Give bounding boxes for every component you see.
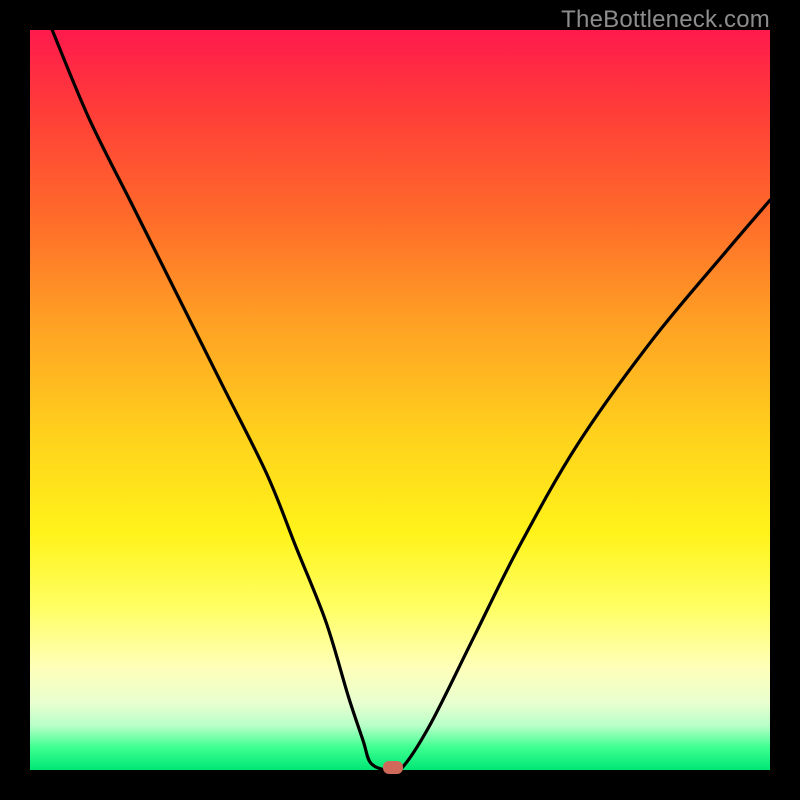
plot-area	[30, 30, 770, 770]
optimal-point-marker	[383, 761, 403, 774]
bottleneck-curve	[30, 30, 770, 770]
chart-frame: TheBottleneck.com	[0, 0, 800, 800]
